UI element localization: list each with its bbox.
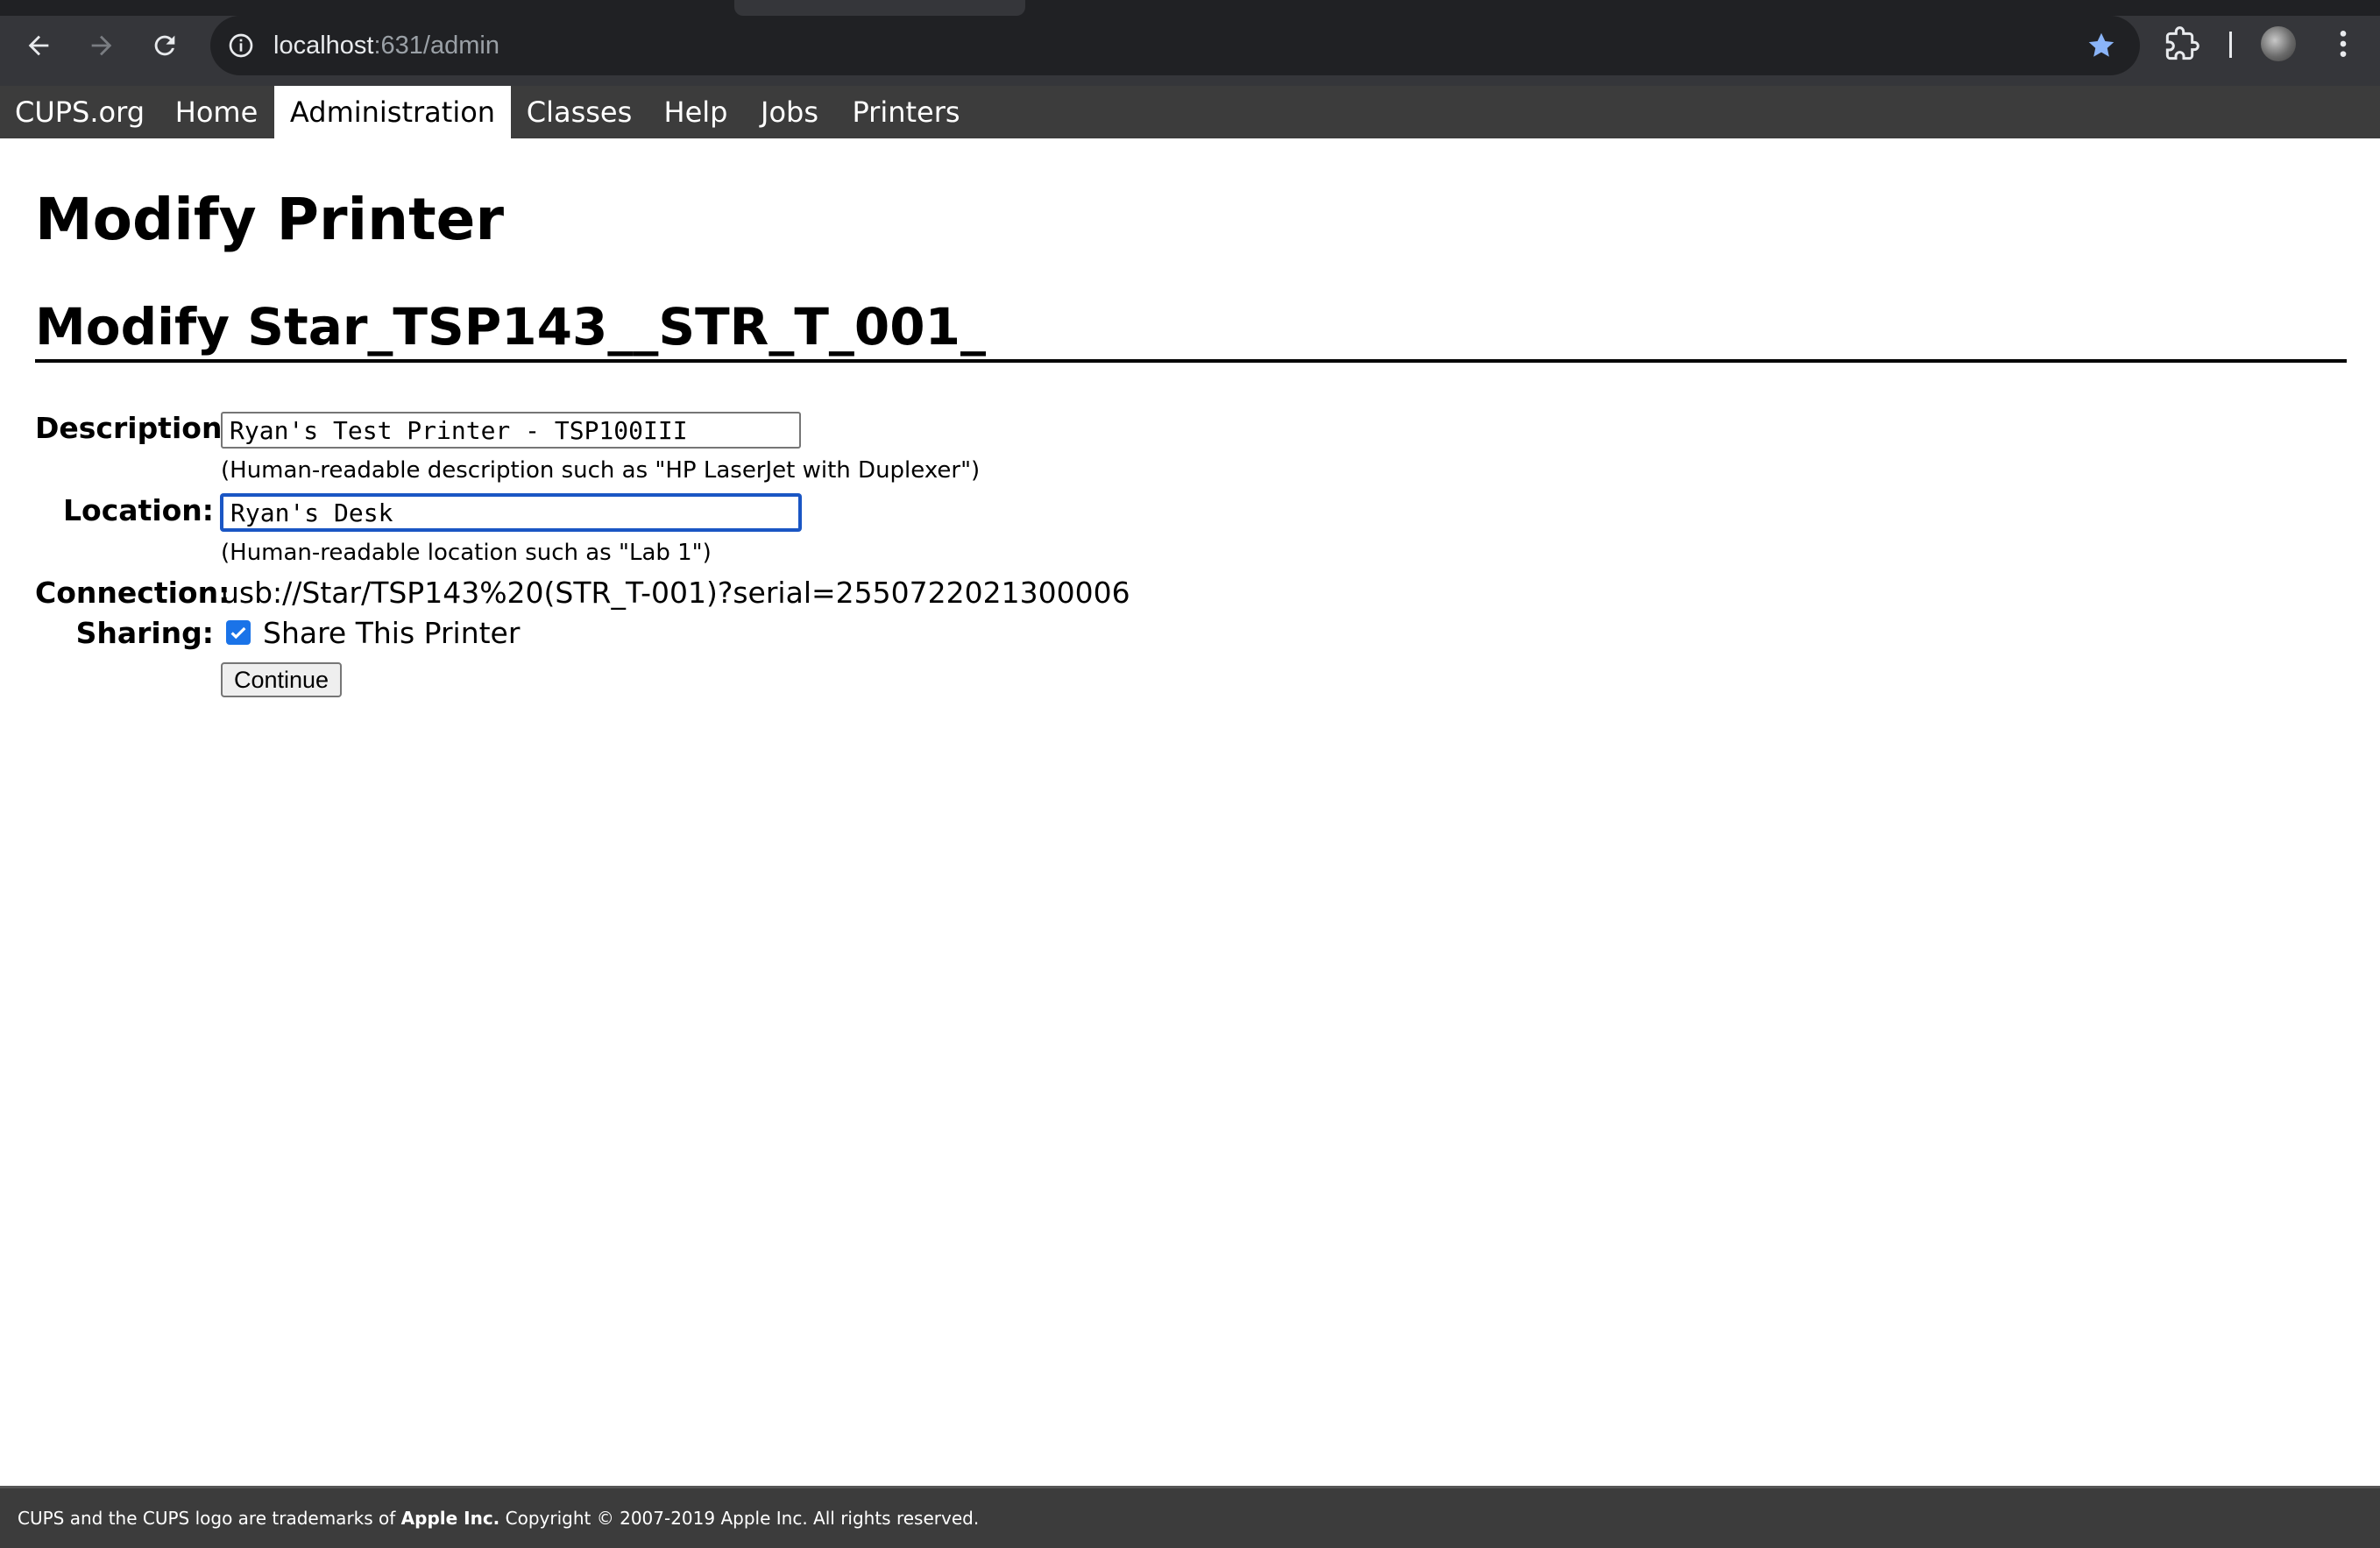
nav-printers[interactable]: Printers: [835, 86, 977, 138]
nav-home[interactable]: Home: [159, 86, 273, 138]
checkmark-icon: [230, 626, 246, 640]
share-printer-label[interactable]: Share This Printer: [263, 618, 520, 647]
forward-button[interactable]: [77, 21, 126, 70]
description-label: Description:: [35, 411, 234, 445]
sharing-label: Sharing:: [75, 616, 214, 650]
section-title: Modify Star_TSP143__STR_T_001_: [35, 297, 986, 357]
profile-avatar[interactable]: [2261, 26, 2296, 61]
kebab-menu-icon[interactable]: [2331, 26, 2355, 61]
share-printer-checkbox[interactable]: [226, 620, 251, 645]
connection-label: Connection:: [35, 576, 230, 610]
nav-help[interactable]: Help: [648, 86, 744, 138]
cups-nav-bar: CUPS.org Home Administration Classes Hel…: [0, 86, 2380, 138]
site-info-icon[interactable]: [226, 31, 256, 60]
description-hint: (Human-readable description such as "HP …: [221, 457, 981, 484]
address-bar[interactable]: localhost:631/admin: [210, 16, 2140, 75]
nav-cups-org[interactable]: CUPS.org: [0, 86, 159, 138]
tab-strip: [0, 0, 2380, 16]
footer-text: CUPS and the CUPS logo are trademarks of…: [18, 1508, 979, 1529]
toolbar-divider: [2229, 32, 2232, 58]
page-title: Modify Printer: [35, 186, 504, 253]
location-hint: (Human-readable location such as "Lab 1"…: [221, 540, 712, 566]
back-arrow-icon: [28, 35, 49, 56]
footer-prefix: CUPS and the CUPS logo are trademarks of: [18, 1508, 401, 1529]
location-input[interactable]: [221, 494, 801, 531]
forward-arrow-icon: [91, 35, 112, 56]
location-label: Location:: [63, 493, 214, 527]
url-path: :631/admin: [373, 31, 499, 60]
reload-button[interactable]: [140, 21, 189, 70]
browser-toolbar: localhost:631/admin: [0, 0, 2380, 86]
url-host: localhost: [273, 31, 374, 60]
back-button[interactable]: [14, 21, 63, 70]
footer-suffix: Copyright © 2007-2019 Apple Inc. All rig…: [499, 1508, 980, 1529]
nav-administration[interactable]: Administration: [274, 86, 511, 138]
active-tab[interactable]: [734, 0, 1025, 16]
extensions-icon[interactable]: [2164, 26, 2199, 61]
footer: CUPS and the CUPS logo are trademarks of…: [0, 1486, 2380, 1548]
bookmark-star-icon[interactable]: [2086, 30, 2117, 61]
footer-company: Apple Inc.: [400, 1508, 500, 1529]
nav-classes[interactable]: Classes: [511, 86, 648, 138]
section-divider: [35, 359, 2347, 363]
nav-jobs[interactable]: Jobs: [744, 86, 835, 138]
reload-icon: [154, 35, 175, 56]
url-text: localhost:631/admin: [273, 32, 499, 60]
description-input[interactable]: [221, 412, 801, 449]
connection-value: usb://Star/TSP143%20(STR_T-001)?serial=2…: [221, 576, 1130, 610]
continue-button[interactable]: Continue: [221, 662, 342, 697]
